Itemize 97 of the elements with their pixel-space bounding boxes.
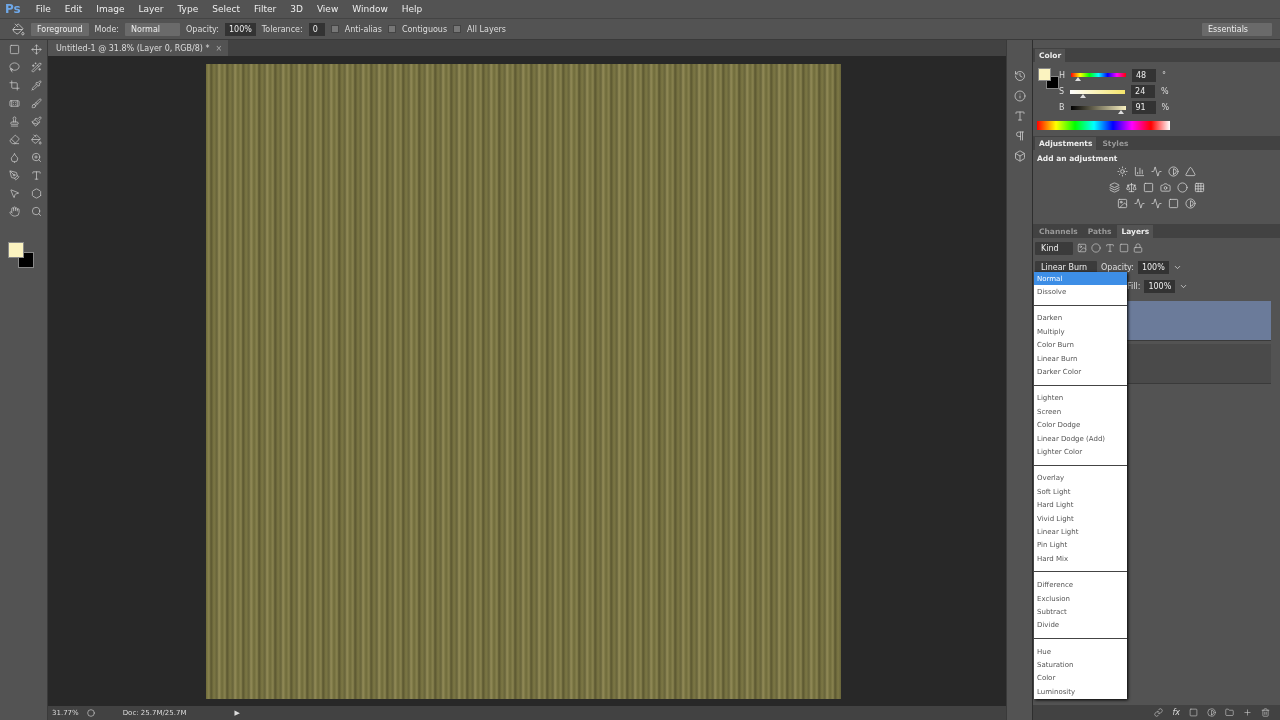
camera-icon[interactable] (1159, 182, 1171, 193)
menu-item[interactable]: Type (170, 4, 206, 14)
bandage-icon[interactable] (8, 98, 20, 109)
menu-item[interactable]: Help (394, 4, 430, 14)
type-icon[interactable] (30, 170, 42, 181)
opacity-field[interactable]: 100% (224, 22, 256, 36)
pen-icon[interactable] (8, 170, 20, 181)
lock-filter-icon[interactable] (1133, 243, 1143, 253)
type-filter-icon[interactable] (1105, 243, 1115, 253)
fill-label: Fill: (1127, 281, 1141, 291)
fill-source-dropdown[interactable]: Foreground (31, 22, 89, 36)
tolerance-label: Tolerance: (261, 24, 303, 34)
app-logo: Ps (4, 2, 22, 16)
channel-unit: ° (1162, 70, 1166, 80)
checkbox-label: Contiguous (401, 24, 448, 34)
brush-icon[interactable] (30, 98, 42, 109)
move-icon[interactable] (30, 44, 42, 55)
sun-icon[interactable] (1117, 166, 1128, 177)
image-icon[interactable] (1117, 198, 1128, 209)
opacity-label: Opacity: (186, 24, 219, 34)
checkbox[interactable] (453, 25, 462, 33)
slider-thumb[interactable] (1117, 109, 1124, 114)
checkbox[interactable] (387, 25, 396, 33)
link-icon[interactable] (1154, 708, 1164, 717)
lasso-icon[interactable] (8, 62, 20, 73)
square-icon[interactable] (1142, 182, 1154, 193)
menu-item[interactable]: Select (205, 4, 247, 14)
color-spectrum[interactable] (1037, 121, 1170, 130)
pointer-icon[interactable] (8, 188, 20, 199)
checkbox-label: All Layers (467, 24, 507, 34)
menu-item[interactable]: 3D (283, 4, 310, 14)
image-filter-icon[interactable] (1077, 243, 1087, 253)
channel-value[interactable]: 24 (1131, 85, 1156, 98)
layers-icon[interactable] (1108, 182, 1120, 193)
channel-unit: % (1161, 87, 1169, 96)
opacity-field[interactable]: 100% (1137, 260, 1169, 274)
hexagon-icon[interactable] (30, 188, 42, 199)
paint-bucket-icon[interactable] (12, 22, 25, 36)
stamp-icon[interactable] (8, 116, 20, 127)
wand-icon[interactable] (30, 62, 42, 73)
channel-slider[interactable] (1071, 73, 1126, 78)
new-layer-icon[interactable] (1243, 708, 1252, 717)
hand-icon[interactable] (8, 206, 20, 217)
checkbox[interactable] (330, 25, 339, 33)
fill-field[interactable]: 100% (1144, 279, 1176, 293)
triangle-icon[interactable] (1185, 166, 1196, 177)
channel-value[interactable]: 91 (1131, 101, 1156, 115)
mask-icon[interactable] (1189, 708, 1198, 717)
opacity-label: Opacity: (1101, 262, 1134, 272)
eraser-icon[interactable] (8, 134, 20, 145)
menu-item[interactable]: File (28, 4, 58, 14)
folder-icon[interactable] (1225, 708, 1234, 717)
menu-item[interactable]: Edit (57, 4, 90, 14)
menu-item[interactable]: Image (89, 4, 132, 14)
mode-dropdown[interactable]: Normal (125, 22, 181, 36)
status-icon (86, 709, 95, 717)
fx-button[interactable]: fx (1172, 708, 1180, 717)
mode-label: Mode: (94, 24, 120, 34)
zoom-icon[interactable] (30, 206, 42, 217)
menu-item[interactable]: Window (345, 4, 395, 14)
levels-icon[interactable] (1134, 166, 1145, 177)
character-icon[interactable] (1013, 110, 1026, 122)
checkbox-label: Anti-alias (344, 24, 382, 34)
curves-icon[interactable] (1151, 166, 1162, 177)
channel-label: H (1059, 70, 1065, 80)
menu-item[interactable]: Filter (246, 4, 284, 14)
history-brush-icon[interactable] (30, 116, 42, 127)
channel-label: B (1059, 103, 1065, 113)
cube-icon[interactable] (1013, 150, 1026, 162)
paragraph-icon[interactable] (1013, 130, 1026, 142)
filter-dropdown[interactable]: Kind (1035, 241, 1073, 255)
circle-icon[interactable] (1176, 182, 1188, 193)
shape-filter-icon[interactable] (1119, 243, 1129, 253)
tolerance-field[interactable]: 0 (308, 22, 325, 36)
adjustment-filter-icon[interactable] (1091, 243, 1101, 253)
channel-unit: % (1161, 103, 1170, 113)
trash-icon[interactable] (1261, 708, 1270, 717)
drop-icon[interactable] (8, 152, 20, 163)
eyedropper-icon[interactable] (30, 80, 42, 91)
channel-label: S (1059, 87, 1065, 96)
adjustment-icon[interactable] (1207, 708, 1216, 717)
workspace-dropdown[interactable]: Essentials (1202, 22, 1272, 36)
channel-value[interactable]: 48 (1132, 68, 1156, 82)
menu-item[interactable]: View (309, 4, 346, 14)
slider-thumb[interactable] (1075, 77, 1082, 82)
balance-icon[interactable] (1125, 182, 1137, 193)
history-icon[interactable] (1013, 70, 1026, 82)
crop-icon[interactable] (8, 80, 20, 91)
slider-thumb[interactable] (1080, 93, 1087, 98)
marquee-icon[interactable] (8, 44, 20, 55)
grid-icon[interactable] (1193, 182, 1205, 193)
menu-item[interactable]: Layer (131, 4, 171, 14)
document-tab[interactable]: Untitled-1 @ 31.8% (Layer 0, RGB/8) * × (48, 40, 229, 56)
color-swatches-icon[interactable] (8, 242, 34, 268)
paint-bucket-icon[interactable] (30, 134, 42, 145)
info-icon[interactable] (1013, 90, 1026, 102)
color-swatches-icon[interactable] (1038, 68, 1059, 89)
